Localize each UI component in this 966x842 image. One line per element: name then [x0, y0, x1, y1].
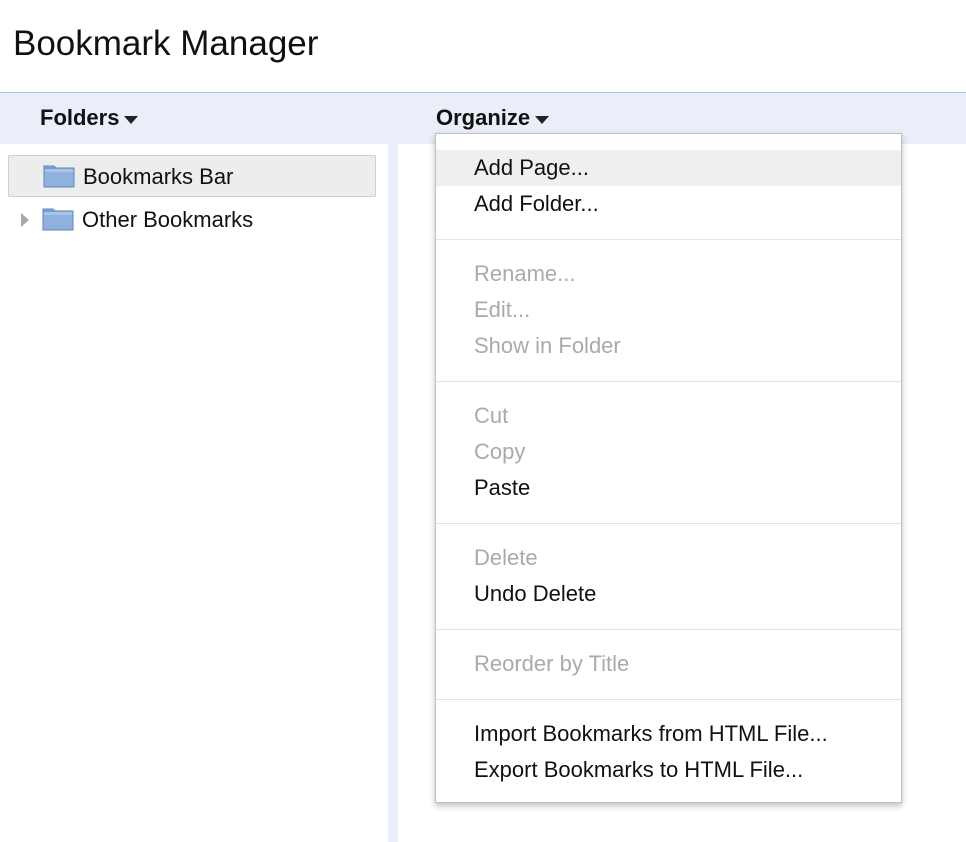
chevron-down-icon: [535, 115, 550, 124]
expand-arrow-icon[interactable]: [21, 213, 29, 227]
organize-menu-button[interactable]: Organize: [436, 105, 550, 131]
menu-item-add-page[interactable]: Add Page...: [436, 150, 901, 186]
menu-item-reorder-by-title: Reorder by Title: [474, 651, 630, 676]
menu-item-import-bookmarks[interactable]: Import Bookmarks from HTML File...: [436, 716, 901, 752]
tree-item-other-bookmarks[interactable]: Other Bookmarks: [8, 199, 376, 241]
page-title: Bookmark Manager: [13, 24, 319, 63]
menu-separator: [436, 699, 901, 700]
bookmark-manager-page: Bookmark Manager Folders Organize Bookma…: [0, 0, 966, 842]
menu-item-edit: Edit...: [474, 297, 531, 322]
menu-item-rename: Rename...: [474, 261, 576, 286]
tree-item-label: Other Bookmarks: [82, 207, 254, 232]
menu-separator: [436, 523, 901, 524]
tree-item-bookmarks-bar[interactable]: Bookmarks Bar: [8, 155, 376, 197]
folders-menu-label: Folders: [40, 105, 120, 130]
folder-icon: [42, 208, 74, 231]
menu-separator: [436, 381, 901, 382]
menu-separator: [436, 629, 901, 630]
pane-splitter[interactable]: [388, 144, 398, 842]
menu-item-copy: Copy: [474, 439, 526, 464]
organize-menu-label: Organize: [436, 105, 531, 130]
menu-item-cut: Cut: [474, 403, 509, 428]
tree-item-label: Bookmarks Bar: [83, 164, 234, 189]
organize-dropdown-menu: Add Page... Add Folder... Rename... Edit…: [435, 133, 902, 803]
folder-icon: [43, 165, 75, 188]
menu-item-show-in-folder: Show in Folder: [474, 333, 621, 358]
folders-menu-button[interactable]: Folders: [40, 105, 139, 131]
menu-item-undo-delete[interactable]: Undo Delete: [436, 576, 901, 612]
folder-tree: Bookmarks Bar Other Bookmarks: [0, 144, 388, 842]
menu-item-delete: Delete: [474, 545, 538, 570]
menu-item-export-bookmarks[interactable]: Export Bookmarks to HTML File...: [436, 752, 901, 788]
menu-item-paste[interactable]: Paste: [436, 470, 901, 506]
menu-item-add-folder[interactable]: Add Folder...: [436, 186, 901, 222]
menu-separator: [436, 239, 901, 240]
chevron-down-icon: [124, 115, 139, 124]
